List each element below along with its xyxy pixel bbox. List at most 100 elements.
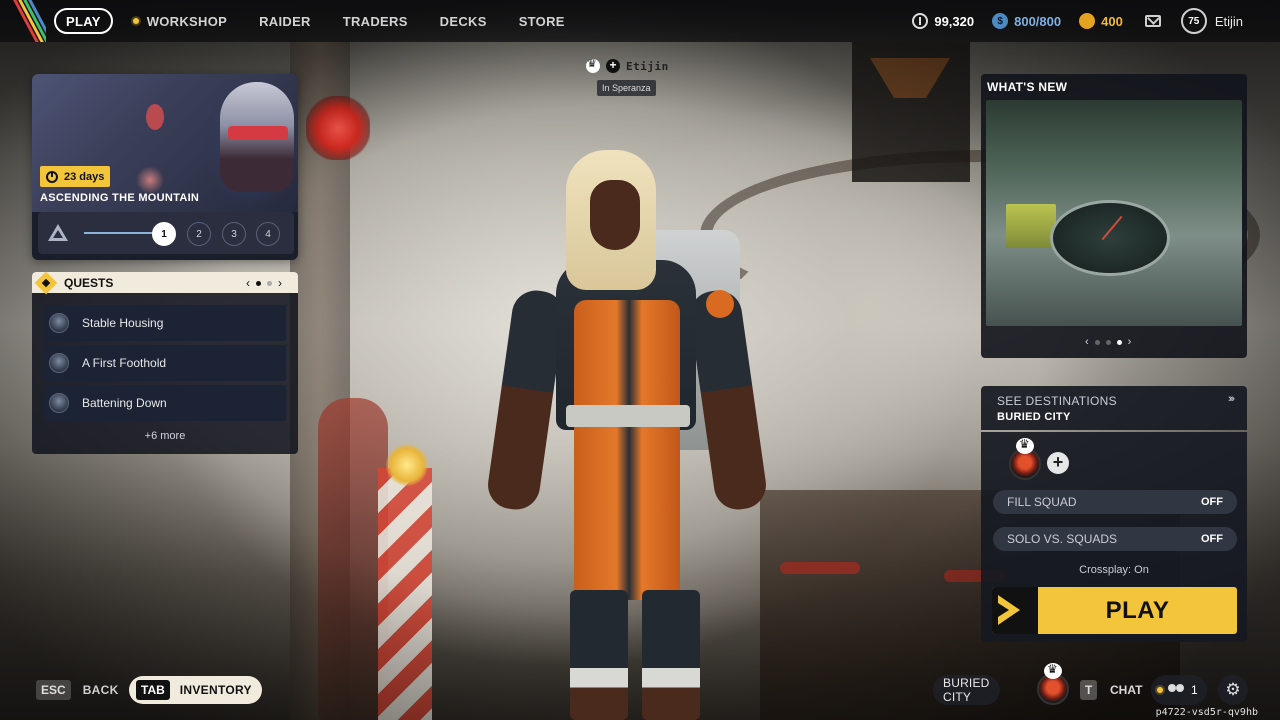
event-timer-text: 23 days	[64, 170, 105, 183]
character-leg	[570, 590, 628, 720]
quest-giver-avatar	[49, 353, 69, 373]
event-step-3[interactable]: 3	[222, 222, 246, 246]
quest-item[interactable]: Stable Housing	[44, 305, 286, 341]
currency-blue[interactable]: $ 800/800	[992, 13, 1061, 29]
nav-tab-store[interactable]: STORE	[519, 14, 565, 29]
current-map-chip[interactable]: BURIED CITY	[933, 675, 1000, 705]
squad-leader-crown-icon	[1016, 437, 1034, 454]
gold-credits-icon	[1079, 13, 1096, 29]
player-username[interactable]: Etijin	[1215, 14, 1243, 29]
page-dot-icon	[1116, 339, 1122, 345]
player-nametag: + Etijin	[586, 57, 669, 73]
player-level-badge[interactable]: 75	[1180, 8, 1207, 34]
nav-tab-workshop-label: WORKSHOP	[146, 13, 228, 29]
character-belt	[566, 405, 690, 427]
top-navigation-bar: PLAY WORKSHOP RAIDER TRADERS DECKS STORE…	[0, 0, 1280, 42]
character-orange-suit	[574, 300, 680, 600]
whats-new-image	[986, 100, 1242, 326]
quest-item[interactable]: A First Foothold	[44, 345, 286, 381]
notification-dot-icon	[1157, 687, 1163, 693]
quests-title: QUESTS	[64, 275, 114, 290]
chat-key-hint: T	[1080, 680, 1098, 700]
nav-tab-raider[interactable]: RAIDER	[259, 14, 311, 29]
character-shoulder-patch	[706, 290, 734, 318]
whats-new-art-radar	[1050, 200, 1170, 276]
currency-coins[interactable]: 99,320	[912, 13, 974, 29]
see-destinations-button[interactable]: SEE DESTINATIONS BURIED CITY ›››	[981, 386, 1247, 430]
whats-new-art-screen	[1006, 204, 1056, 248]
t-key: T	[1080, 680, 1098, 700]
nav-tab-traders[interactable]: TRADERS	[343, 14, 408, 29]
solo-vs-squads-toggle[interactable]: SOLO VS. SQUADS OFF	[993, 527, 1237, 551]
nav-tab-play[interactable]: PLAY	[54, 8, 113, 34]
chevron-right-icon[interactable]: ›	[1128, 336, 1132, 348]
quest-name: A First Foothold	[82, 356, 167, 370]
quests-more-link[interactable]: +6 more	[32, 430, 298, 442]
chevron-left-icon[interactable]: ‹	[1085, 336, 1089, 348]
add-squad-member-button[interactable]: +	[1047, 452, 1069, 474]
inventory-label: INVENTORY	[179, 683, 252, 697]
event-progress-line	[84, 232, 154, 234]
main-nav: PLAY WORKSHOP RAIDER TRADERS DECKS STORE	[54, 8, 565, 34]
chevron-right-icon[interactable]: ›	[278, 276, 282, 290]
play-button[interactable]: PLAY	[992, 587, 1237, 634]
friends-count: 1	[1191, 683, 1198, 697]
quest-item[interactable]: Battening Down	[44, 385, 286, 421]
inventory-button[interactable]: TAB INVENTORY	[129, 676, 262, 704]
whats-new-pager: ‹ ›	[1085, 336, 1131, 348]
party-leader-crown-icon	[586, 57, 600, 73]
brand-stripes-logo	[0, 0, 46, 42]
event-tier-triangle-icon	[48, 224, 68, 241]
friends-button[interactable]: 1	[1151, 675, 1207, 705]
coin-icon	[912, 13, 929, 29]
event-art-visor	[228, 126, 288, 140]
event-timer-badge: 23 days	[40, 166, 111, 187]
selected-destination: BURIED CITY	[997, 411, 1071, 423]
quest-diamond-icon	[34, 271, 58, 294]
tab-key: TAB	[136, 680, 170, 700]
quest-name: Battening Down	[82, 396, 167, 410]
currency-blue-value: 800/800	[1014, 13, 1062, 29]
build-id: p4722-vsd5r-qv9hb	[1155, 707, 1258, 718]
play-button-label: PLAY	[1105, 597, 1170, 624]
add-friend-icon[interactable]: +	[606, 59, 620, 73]
event-step-2[interactable]: 2	[187, 222, 211, 246]
currency-gold[interactable]: 400	[1079, 13, 1123, 29]
character-leg	[642, 590, 700, 720]
blue-token-icon: $	[992, 13, 1009, 29]
crossplay-status: Crossplay: On	[1079, 564, 1149, 576]
page-dot-icon	[1105, 339, 1111, 345]
nav-tab-workshop[interactable]: WORKSHOP	[132, 13, 228, 29]
whats-new-title: WHAT'S NEW	[987, 80, 1068, 94]
character-arm	[484, 287, 568, 513]
event-art-pendant	[146, 104, 164, 130]
quests-pager: ‹ ›	[246, 276, 282, 290]
player-character[interactable]	[484, 150, 770, 720]
page-dot-icon	[267, 280, 272, 286]
see-destinations-label: SEE DESTINATIONS	[997, 394, 1117, 408]
whats-new-panel[interactable]: WHAT'S NEW ‹ ›	[981, 74, 1247, 358]
back-hint[interactable]: ESC BACK	[36, 680, 119, 700]
solo-vs-squads-value: OFF	[1201, 533, 1223, 545]
chat-button[interactable]: CHAT	[1110, 683, 1142, 697]
page-dot-icon	[256, 280, 261, 286]
quest-giver-avatar	[49, 393, 69, 413]
nametag-name: Etijin	[626, 59, 669, 73]
event-progress-track: 1 2 3 4	[38, 212, 294, 254]
play-chevron-icon	[992, 587, 1038, 634]
player-location: In Speranza	[597, 80, 656, 96]
fill-squad-label: FILL SQUAD	[1007, 495, 1077, 509]
mail-icon[interactable]	[1144, 15, 1161, 27]
event-step-4[interactable]: 4	[256, 222, 280, 246]
nav-tab-decks[interactable]: DECKS	[440, 14, 487, 29]
currency-gold-value: 400	[1101, 13, 1123, 29]
event-step-1[interactable]: 1	[152, 222, 176, 246]
chevron-left-icon[interactable]: ‹	[246, 276, 250, 290]
character-head	[590, 180, 640, 250]
gear-icon[interactable]: ⚙	[1218, 675, 1248, 705]
quests-header: QUESTS ‹ ›	[32, 271, 298, 294]
fill-squad-toggle[interactable]: FILL SQUAD OFF	[993, 490, 1237, 514]
solo-vs-squads-label: SOLO VS. SQUADS	[1007, 532, 1118, 546]
page-dot-icon	[1094, 339, 1100, 345]
fill-squad-value: OFF	[1201, 496, 1223, 508]
